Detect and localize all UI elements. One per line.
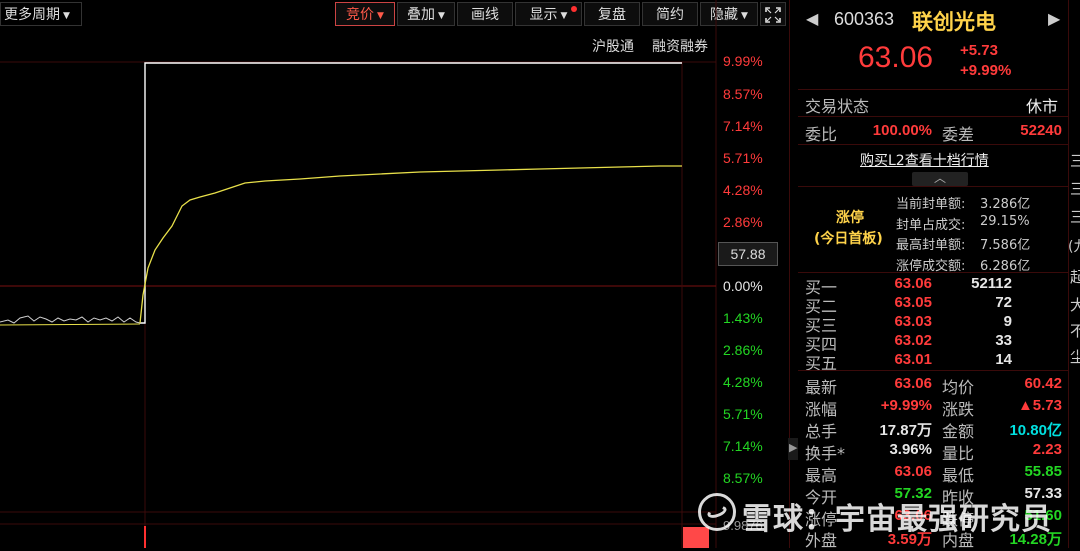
current-price-box: 57.88	[718, 242, 778, 266]
limit-up-tag: 涨停	[836, 210, 864, 226]
chevron-up-icon: ︿	[934, 171, 947, 185]
axis-label: 2.86%	[723, 342, 763, 358]
axis-label: 5.71%	[723, 406, 763, 422]
first-board-tag: (今日首板)	[814, 231, 883, 247]
average-line	[139, 165, 682, 324]
side-glyph: 大	[1070, 296, 1080, 314]
bid-price: 63.01	[894, 351, 932, 368]
bid-price: 63.03	[894, 313, 932, 330]
trade-status-value: 休市	[1026, 97, 1059, 116]
axis-label: 4.28%	[723, 182, 763, 198]
buy-l2-link[interactable]: 购买L2查看十档行情	[860, 150, 989, 170]
seal-ratio-label: 封单占成交:	[896, 218, 966, 233]
quote-value: 17.87万	[879, 422, 932, 439]
max-seal-value: 7.586亿	[980, 238, 1031, 253]
max-seal-label: 最高封单额:	[896, 238, 966, 253]
quote-value: ▲5.73	[1017, 397, 1062, 414]
weibi-label: 委比	[805, 125, 838, 144]
quote-value: 60.42	[1024, 375, 1062, 392]
bid-volume: 72	[995, 294, 1012, 311]
next-stock-arrow-icon[interactable]: ▶	[1048, 9, 1060, 28]
side-glyph: (九	[1068, 239, 1080, 255]
price-line	[140, 62, 682, 324]
quote-label: 均价	[942, 378, 975, 397]
quote-label: 总手	[805, 422, 838, 441]
quote-value: 10.80亿	[1009, 422, 1062, 439]
bid-volume: 52112	[971, 275, 1012, 292]
side-glyph: 三	[1070, 152, 1080, 170]
quote-value: +9.99%	[880, 397, 932, 414]
watermark-text: 雪球：宇宙最强研究员	[742, 502, 1052, 537]
bid-price: 63.05	[894, 294, 932, 311]
bid-volume: 33	[995, 332, 1012, 349]
collapse-handle[interactable]: ▶	[788, 438, 798, 460]
quote-label: 最新	[805, 378, 838, 397]
side-glyph: 尘	[1070, 348, 1080, 366]
axis-label: 0.00%	[723, 278, 763, 294]
auction-price-line	[0, 315, 141, 324]
quote-value: 3.96%	[889, 441, 932, 458]
axis-label: 4.28%	[723, 374, 763, 390]
quote-label: 量比	[942, 444, 975, 463]
quote-label: 涨跌	[942, 400, 975, 419]
quote-label: 最高	[805, 466, 838, 485]
price-change-pct: +9.99%	[960, 62, 1012, 79]
bid-volume: 14	[995, 351, 1012, 368]
seal-amount-value: 3.286亿	[980, 197, 1031, 212]
side-glyph: 三	[1070, 208, 1080, 226]
last-price: 63.06	[858, 41, 934, 74]
weicha-value: 52240	[1020, 122, 1062, 139]
intraday-chart[interactable]	[0, 0, 790, 548]
axis-label: 7.14%	[723, 438, 763, 454]
quote-value: 63.06	[894, 375, 932, 392]
price-change: +5.73	[960, 42, 998, 59]
weibi-value: 100.00%	[872, 122, 932, 139]
side-glyph: 三	[1070, 180, 1080, 198]
trade-status-label: 交易状态	[805, 97, 870, 116]
side-glyph: 不	[1070, 322, 1080, 340]
axis-label: 8.57%	[723, 86, 763, 102]
auction-avg-line	[0, 323, 141, 326]
quote-label: 换手*	[805, 444, 846, 463]
quote-label: 最低	[942, 466, 975, 485]
weicha-label: 委差	[942, 125, 975, 144]
seal-amount-label: 当前封单额:	[896, 197, 966, 212]
axis-label: 2.86%	[723, 214, 763, 230]
axis-label: 9.99%	[723, 53, 763, 69]
axis-label: 7.14%	[723, 118, 763, 134]
seal-ratio-value: 29.15%	[980, 214, 1030, 229]
stock-code: 600363	[834, 9, 895, 29]
axis-label: 1.43%	[723, 310, 763, 326]
side-glyph: 起	[1070, 268, 1080, 286]
quote-label: 涨幅	[805, 400, 838, 419]
collapse-tab[interactable]: ︿	[912, 171, 968, 186]
bid-price: 63.06	[894, 275, 932, 292]
stock-name: 联创光电	[912, 10, 996, 34]
snowball-logo-icon	[698, 493, 736, 531]
bid-price: 63.02	[894, 332, 932, 349]
quote-value: 55.85	[1024, 463, 1062, 480]
axis-label: 8.57%	[723, 470, 763, 486]
chevron-right-icon: ▶	[789, 441, 798, 454]
quote-label: 金额	[942, 422, 975, 441]
quote-value: 2.23	[1032, 441, 1062, 458]
axis-label: 5.71%	[723, 150, 763, 166]
prev-stock-arrow-icon[interactable]: ◀	[806, 9, 818, 28]
bid-volume: 9	[1003, 313, 1012, 330]
quote-value: 63.06	[894, 463, 932, 480]
